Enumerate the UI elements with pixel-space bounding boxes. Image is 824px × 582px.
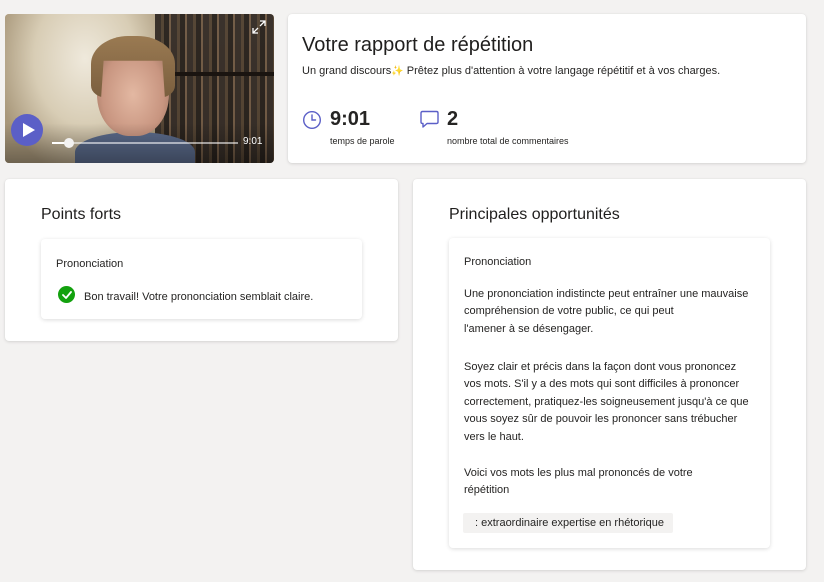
- text-line: vous soyez sûr de pouvoir les prononcer …: [464, 413, 738, 426]
- text-line: Voici vos mots les plus mal prononcés de…: [464, 467, 693, 479]
- comments-value: 2: [447, 108, 459, 130]
- speaking-time-value: 9:01: [330, 108, 371, 130]
- text-line: vers le haut.: [464, 430, 524, 443]
- opportunity-paragraph-2: Soyez clair et précis dans la façon dont…: [464, 359, 749, 446]
- play-button[interactable]: [11, 114, 43, 146]
- play-icon: [22, 123, 35, 137]
- text-line: répétition: [464, 484, 510, 497]
- strength-item-title: Prononciation: [56, 258, 124, 270]
- seek-bar[interactable]: [52, 138, 238, 148]
- speaking-time-label: temps de parole: [330, 136, 395, 146]
- check-icon: [58, 286, 75, 303]
- comment-icon: [420, 110, 439, 128]
- seek-bar-thumb[interactable]: [63, 138, 74, 148]
- text-line: correctement, pratiquez-les soigneusemen…: [464, 395, 749, 408]
- opportunity-paragraph-3: Voici vos mots les plus mal prononcés de…: [464, 465, 693, 500]
- text-line: Soyez clair et précis dans la façon dont…: [464, 361, 737, 373]
- text-line: l'amener à se désengager.: [464, 322, 594, 335]
- opportunity-item-title: Prononciation: [464, 256, 532, 268]
- text-line: Une prononciation indistincte peut entra…: [464, 288, 749, 300]
- strengths-card: Points forts Prononciation Bon travail! …: [5, 179, 398, 341]
- opportunity-paragraph-1: Une prononciation indistincte peut entra…: [464, 286, 748, 338]
- sparkle-icon: ✨: [391, 66, 404, 77]
- page-title: Votre rapport de répétition: [302, 34, 534, 56]
- report-summary-card: Votre rapport de répétition Un grand dis…: [288, 14, 806, 163]
- opportunities-title: Principales opportunités: [449, 206, 620, 223]
- strength-item-message: Bon travail! Votre prononciation semblai…: [84, 291, 314, 303]
- subtitle-prefix: Un grand discours: [302, 65, 392, 77]
- video-player[interactable]: [5, 14, 274, 163]
- comments-label: nombre total de commentaires: [447, 136, 569, 146]
- strength-item-pronunciation: Prononciation Bon travail! Votre prononc…: [41, 239, 362, 319]
- text-line: compréhension de votre public, ce qui pe…: [464, 305, 674, 318]
- expand-icon[interactable]: [252, 20, 266, 34]
- text-line: vos mots. S'il y a des mots qui sont dif…: [464, 378, 740, 391]
- video-duration: 9:01: [243, 136, 263, 147]
- report-subtitle: Un grand discours✨ Prêtez plus d'attenti…: [302, 65, 720, 77]
- opportunity-item-pronunciation: Prononciation Une prononciation indistin…: [449, 238, 770, 548]
- strengths-title: Points forts: [41, 206, 122, 223]
- subtitle-text: Prêtez plus d'attention à votre langage …: [403, 65, 721, 77]
- mispronounced-words-chip: : extraordinaire expertise en rhétorique: [463, 513, 673, 533]
- clock-icon: [302, 110, 322, 130]
- opportunities-card: Principales opportunités Prononciation U…: [413, 179, 806, 570]
